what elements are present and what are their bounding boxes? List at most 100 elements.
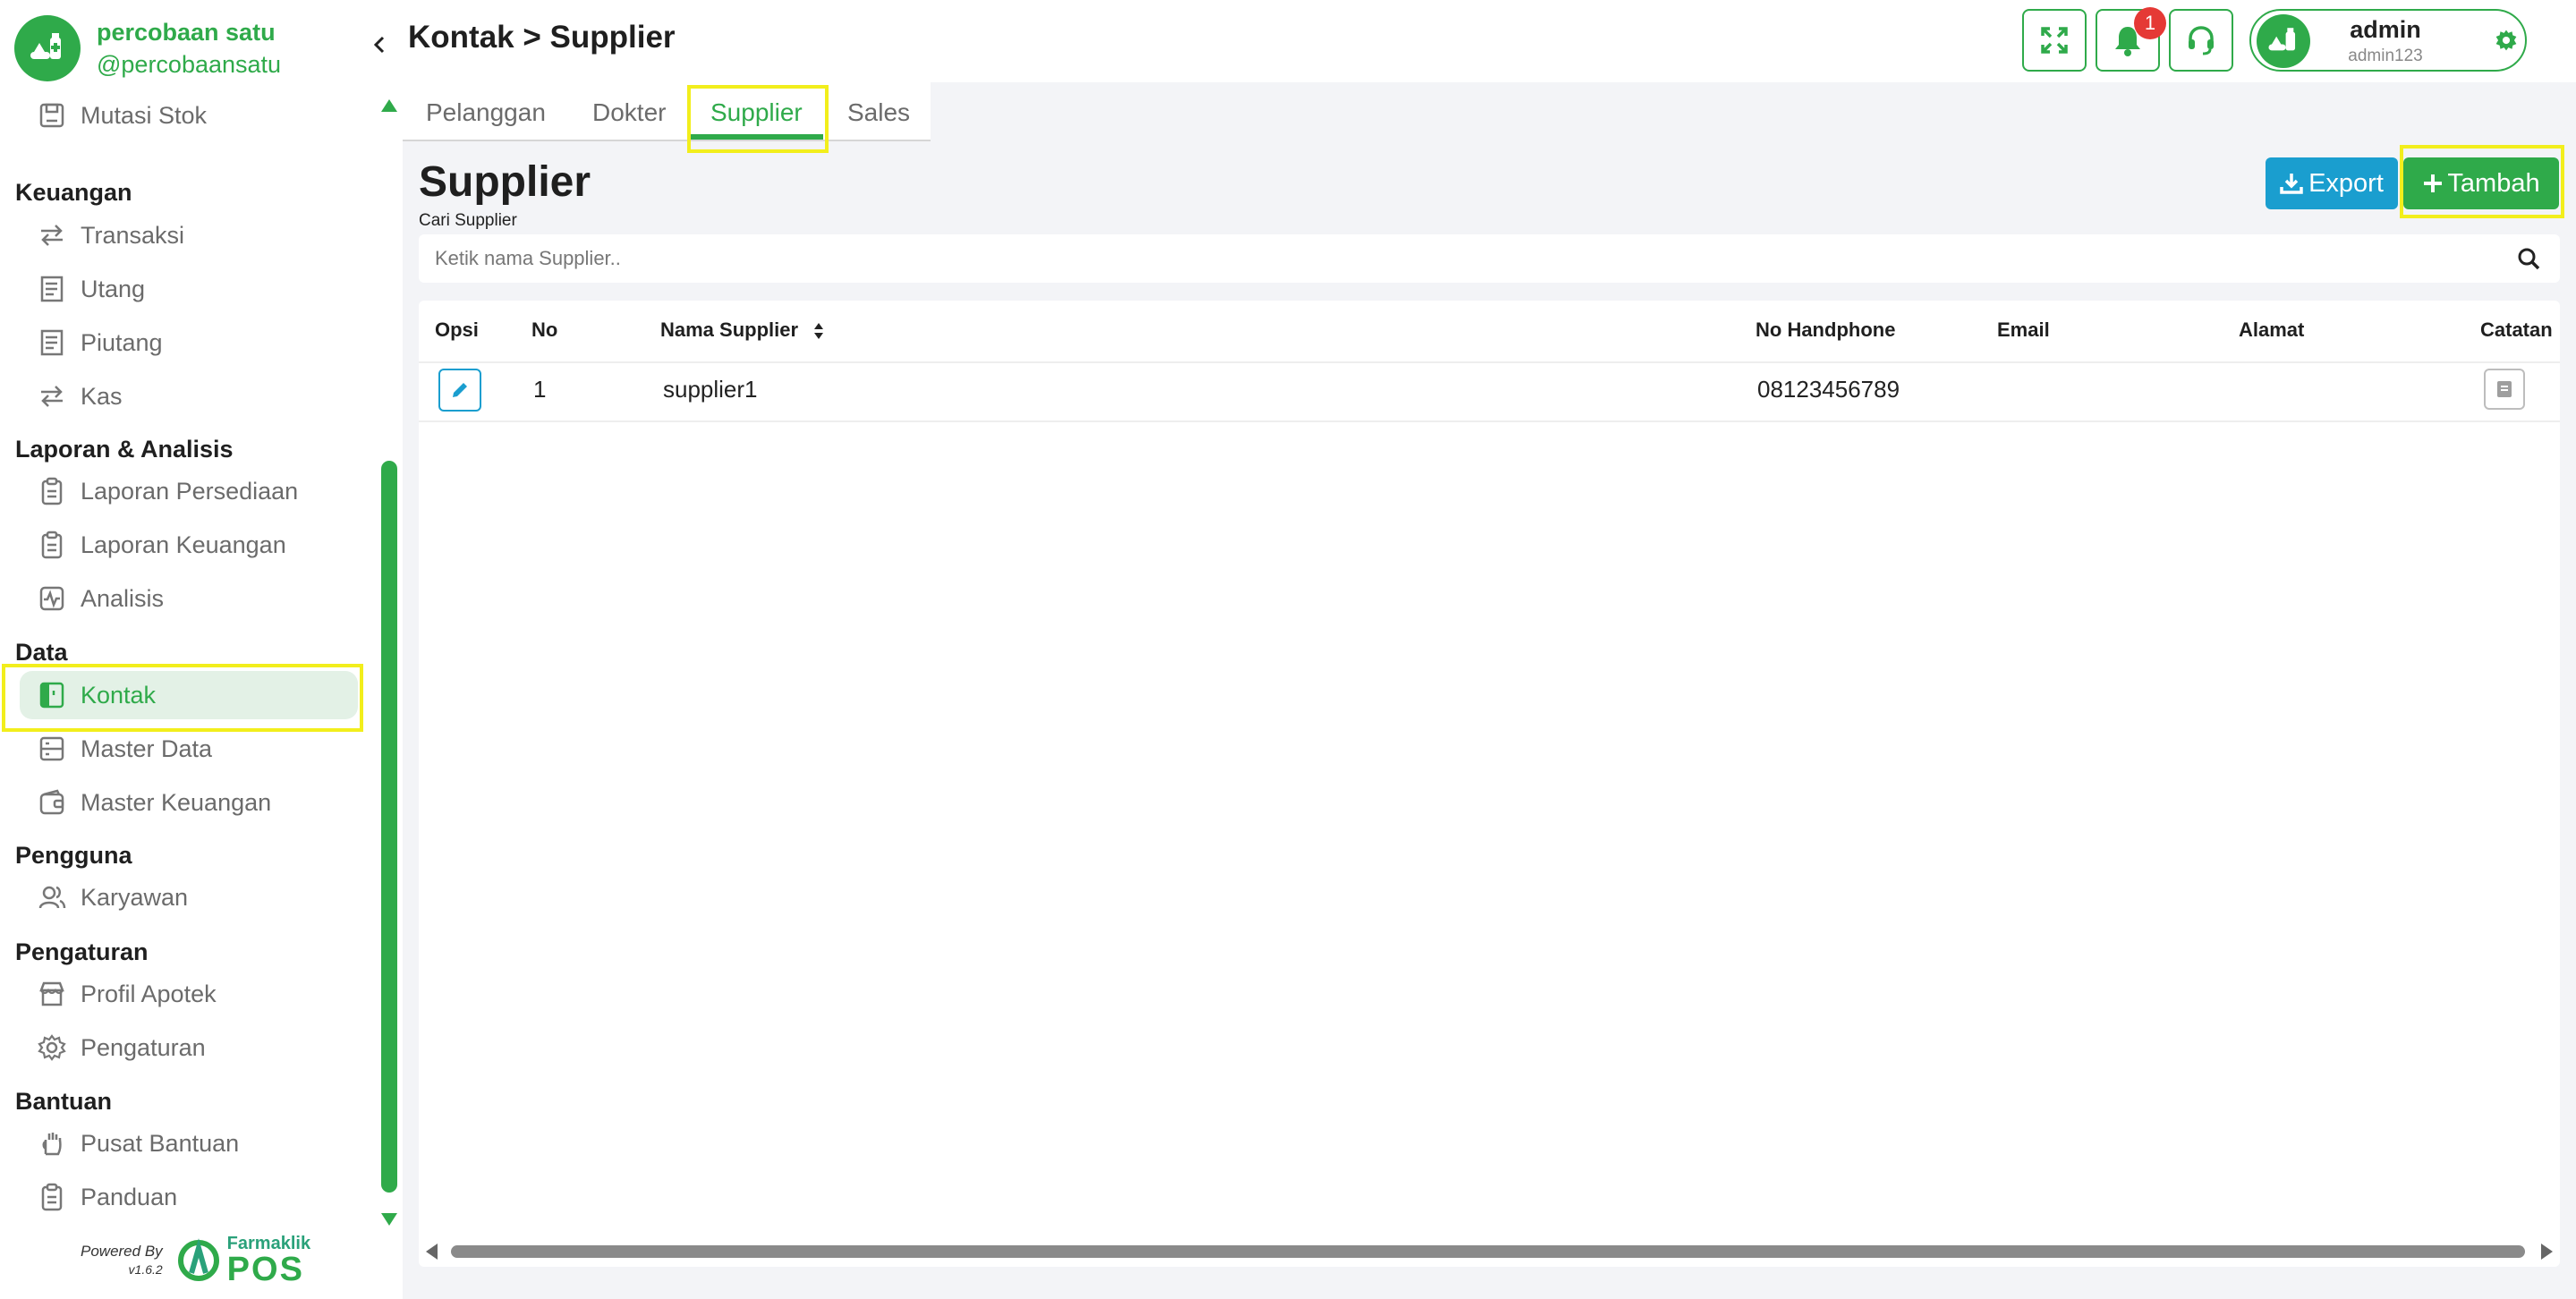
search-box	[419, 234, 2560, 283]
sidebar-item-mutasi-stok[interactable]: Mutasi Stok	[20, 91, 358, 140]
brand: percobaan satu @percobaansatu	[14, 13, 281, 84]
column-header-nama[interactable]: Nama Supplier	[660, 318, 825, 342]
tab-sales[interactable]: Sales	[847, 98, 910, 127]
box-icon	[34, 89, 70, 90]
user-menu[interactable]: admin admin123	[2249, 9, 2527, 72]
sidebar-menu: Mutasi Stok Keuangan Transaksi Utang Piu…	[0, 89, 376, 1226]
user-name: admin	[2350, 16, 2421, 43]
download-icon	[2280, 174, 2303, 194]
sidebar-scrollbar[interactable]	[376, 94, 403, 1226]
search-input[interactable]	[435, 234, 2493, 283]
sidebar-item-label: Analisis	[81, 584, 165, 612]
contact-book-icon	[34, 677, 70, 713]
sort-icon[interactable]	[812, 321, 825, 341]
scroll-up-arrow-icon[interactable]	[381, 99, 397, 112]
hand-icon	[34, 1125, 70, 1161]
sidebar-item-master-data[interactable]: Master Data	[20, 725, 358, 773]
transfer-icon	[34, 217, 70, 253]
transfer-icon	[34, 378, 70, 414]
search-icon[interactable]	[2517, 247, 2540, 270]
database-icon	[34, 731, 70, 767]
expand-icon	[2041, 27, 2068, 54]
clipboard-icon	[34, 527, 70, 563]
cell-no: 1	[533, 376, 547, 403]
sidebar-item-pusat-bantuan[interactable]: Pusat Bantuan	[20, 1119, 358, 1167]
column-header-alamat: Alamat	[2239, 318, 2305, 341]
sidebar-item-label: Pengaturan	[81, 1033, 206, 1061]
receipt-icon	[34, 325, 70, 361]
support-button[interactable]	[2169, 9, 2233, 72]
section-title-pengaturan: Pengaturan	[15, 938, 149, 965]
tab-pelanggan[interactable]: Pelanggan	[426, 98, 546, 127]
scroll-down-arrow-icon[interactable]	[381, 1213, 397, 1226]
sidebar-item-kas[interactable]: Kas	[20, 372, 358, 420]
horizontal-scroll-thumb[interactable]	[451, 1245, 2525, 1258]
add-label: Tambah	[2447, 168, 2540, 198]
farmaklik-logo-icon	[177, 1238, 219, 1281]
farmaklik-logo: Farmaklik POS	[175, 1235, 310, 1286]
sidebar-item-label: Master Keuangan	[81, 788, 272, 816]
sidebar-item-analisis[interactable]: Analisis	[20, 574, 358, 623]
sidebar-item-laporan-keuangan[interactable]: Laporan Keuangan	[20, 521, 358, 569]
section-title-keuangan: Keuangan	[15, 179, 132, 206]
section-title-pengguna: Pengguna	[15, 842, 132, 869]
column-header-opsi: Opsi	[435, 318, 479, 341]
sidebar-item-label: Panduan	[81, 1183, 178, 1210]
scroll-right-arrow-icon[interactable]	[2541, 1244, 2553, 1260]
book-icon	[2497, 381, 2512, 397]
export-button[interactable]: Export	[2266, 157, 2398, 209]
column-header-no: No	[531, 318, 558, 341]
receipt-icon	[34, 271, 70, 307]
add-supplier-button[interactable]: Tambah	[2403, 157, 2559, 209]
version-label: v1.6.2	[128, 1262, 163, 1277]
tab-dokter[interactable]: Dokter	[592, 98, 666, 127]
notes-button[interactable]	[2484, 369, 2525, 410]
sidebar-item-kontak[interactable]: Kontak	[20, 671, 358, 719]
sidebar-item-label: Laporan Keuangan	[81, 531, 286, 558]
wallet-icon	[34, 785, 70, 820]
search-label: Cari Supplier	[419, 211, 517, 230]
sidebar-item-label: Utang	[81, 275, 146, 302]
sidebar-item-transaksi[interactable]: Transaksi	[20, 211, 358, 259]
collapse-sidebar-button[interactable]	[367, 27, 392, 63]
pharmacy-logo-icon	[14, 15, 81, 81]
brand-name: percobaan satu	[97, 19, 276, 46]
breadcrumb: Kontak > Supplier	[408, 20, 676, 55]
plus-icon	[2424, 174, 2443, 192]
section-title-bantuan: Bantuan	[15, 1088, 112, 1115]
sidebar-item-panduan[interactable]: Panduan	[20, 1173, 358, 1221]
sidebar-item-label: Mutasi Stok	[81, 101, 208, 129]
sidebar-item-profil-apotek[interactable]: Profil Apotek	[20, 970, 358, 1018]
sidebar-item-label: Laporan Persediaan	[81, 477, 299, 505]
sidebar-item-label: Kontak	[81, 681, 157, 709]
chevron-left-icon	[373, 36, 385, 54]
pencil-icon	[453, 383, 467, 397]
sidebar-item-utang[interactable]: Utang	[20, 265, 358, 313]
sidebar-item-pengaturan[interactable]: Pengaturan	[20, 1023, 358, 1072]
activity-icon	[34, 581, 70, 616]
supplier-table: Opsi No Nama Supplier No Handphone Email…	[419, 301, 2560, 1267]
edit-button[interactable]	[438, 369, 481, 412]
page-title: Supplier	[419, 158, 591, 206]
top-bar: Kontak > Supplier 1 admin admin123	[403, 0, 2576, 82]
sidebar-item-label: Transaksi	[81, 221, 185, 249]
sidebar-item-master-keuangan[interactable]: Master Keuangan	[20, 778, 358, 827]
product-big-label: POS	[226, 1251, 304, 1288]
scroll-left-arrow-icon[interactable]	[426, 1244, 438, 1260]
avatar	[2257, 14, 2310, 68]
notification-badge: 1	[2134, 7, 2166, 39]
sidebar-item-laporan-persediaan[interactable]: Laporan Persediaan	[20, 467, 358, 515]
tab-supplier[interactable]: Supplier	[710, 98, 803, 127]
fullscreen-button[interactable]	[2022, 9, 2087, 72]
store-icon	[34, 976, 70, 1012]
table-horizontal-scrollbar[interactable]	[419, 1238, 2560, 1265]
scroll-thumb[interactable]	[381, 461, 397, 1193]
headset-icon	[2189, 26, 2214, 55]
sidebar-item-label: Piutang	[81, 328, 163, 356]
cell-name: supplier1	[663, 376, 758, 403]
users-icon	[34, 879, 70, 915]
sidebar-item-label: Profil Apotek	[81, 980, 217, 1007]
sidebar-item-piutang[interactable]: Piutang	[20, 318, 358, 367]
settings-gear-icon[interactable]	[2495, 29, 2518, 52]
sidebar-item-karyawan[interactable]: Karyawan	[20, 873, 358, 921]
